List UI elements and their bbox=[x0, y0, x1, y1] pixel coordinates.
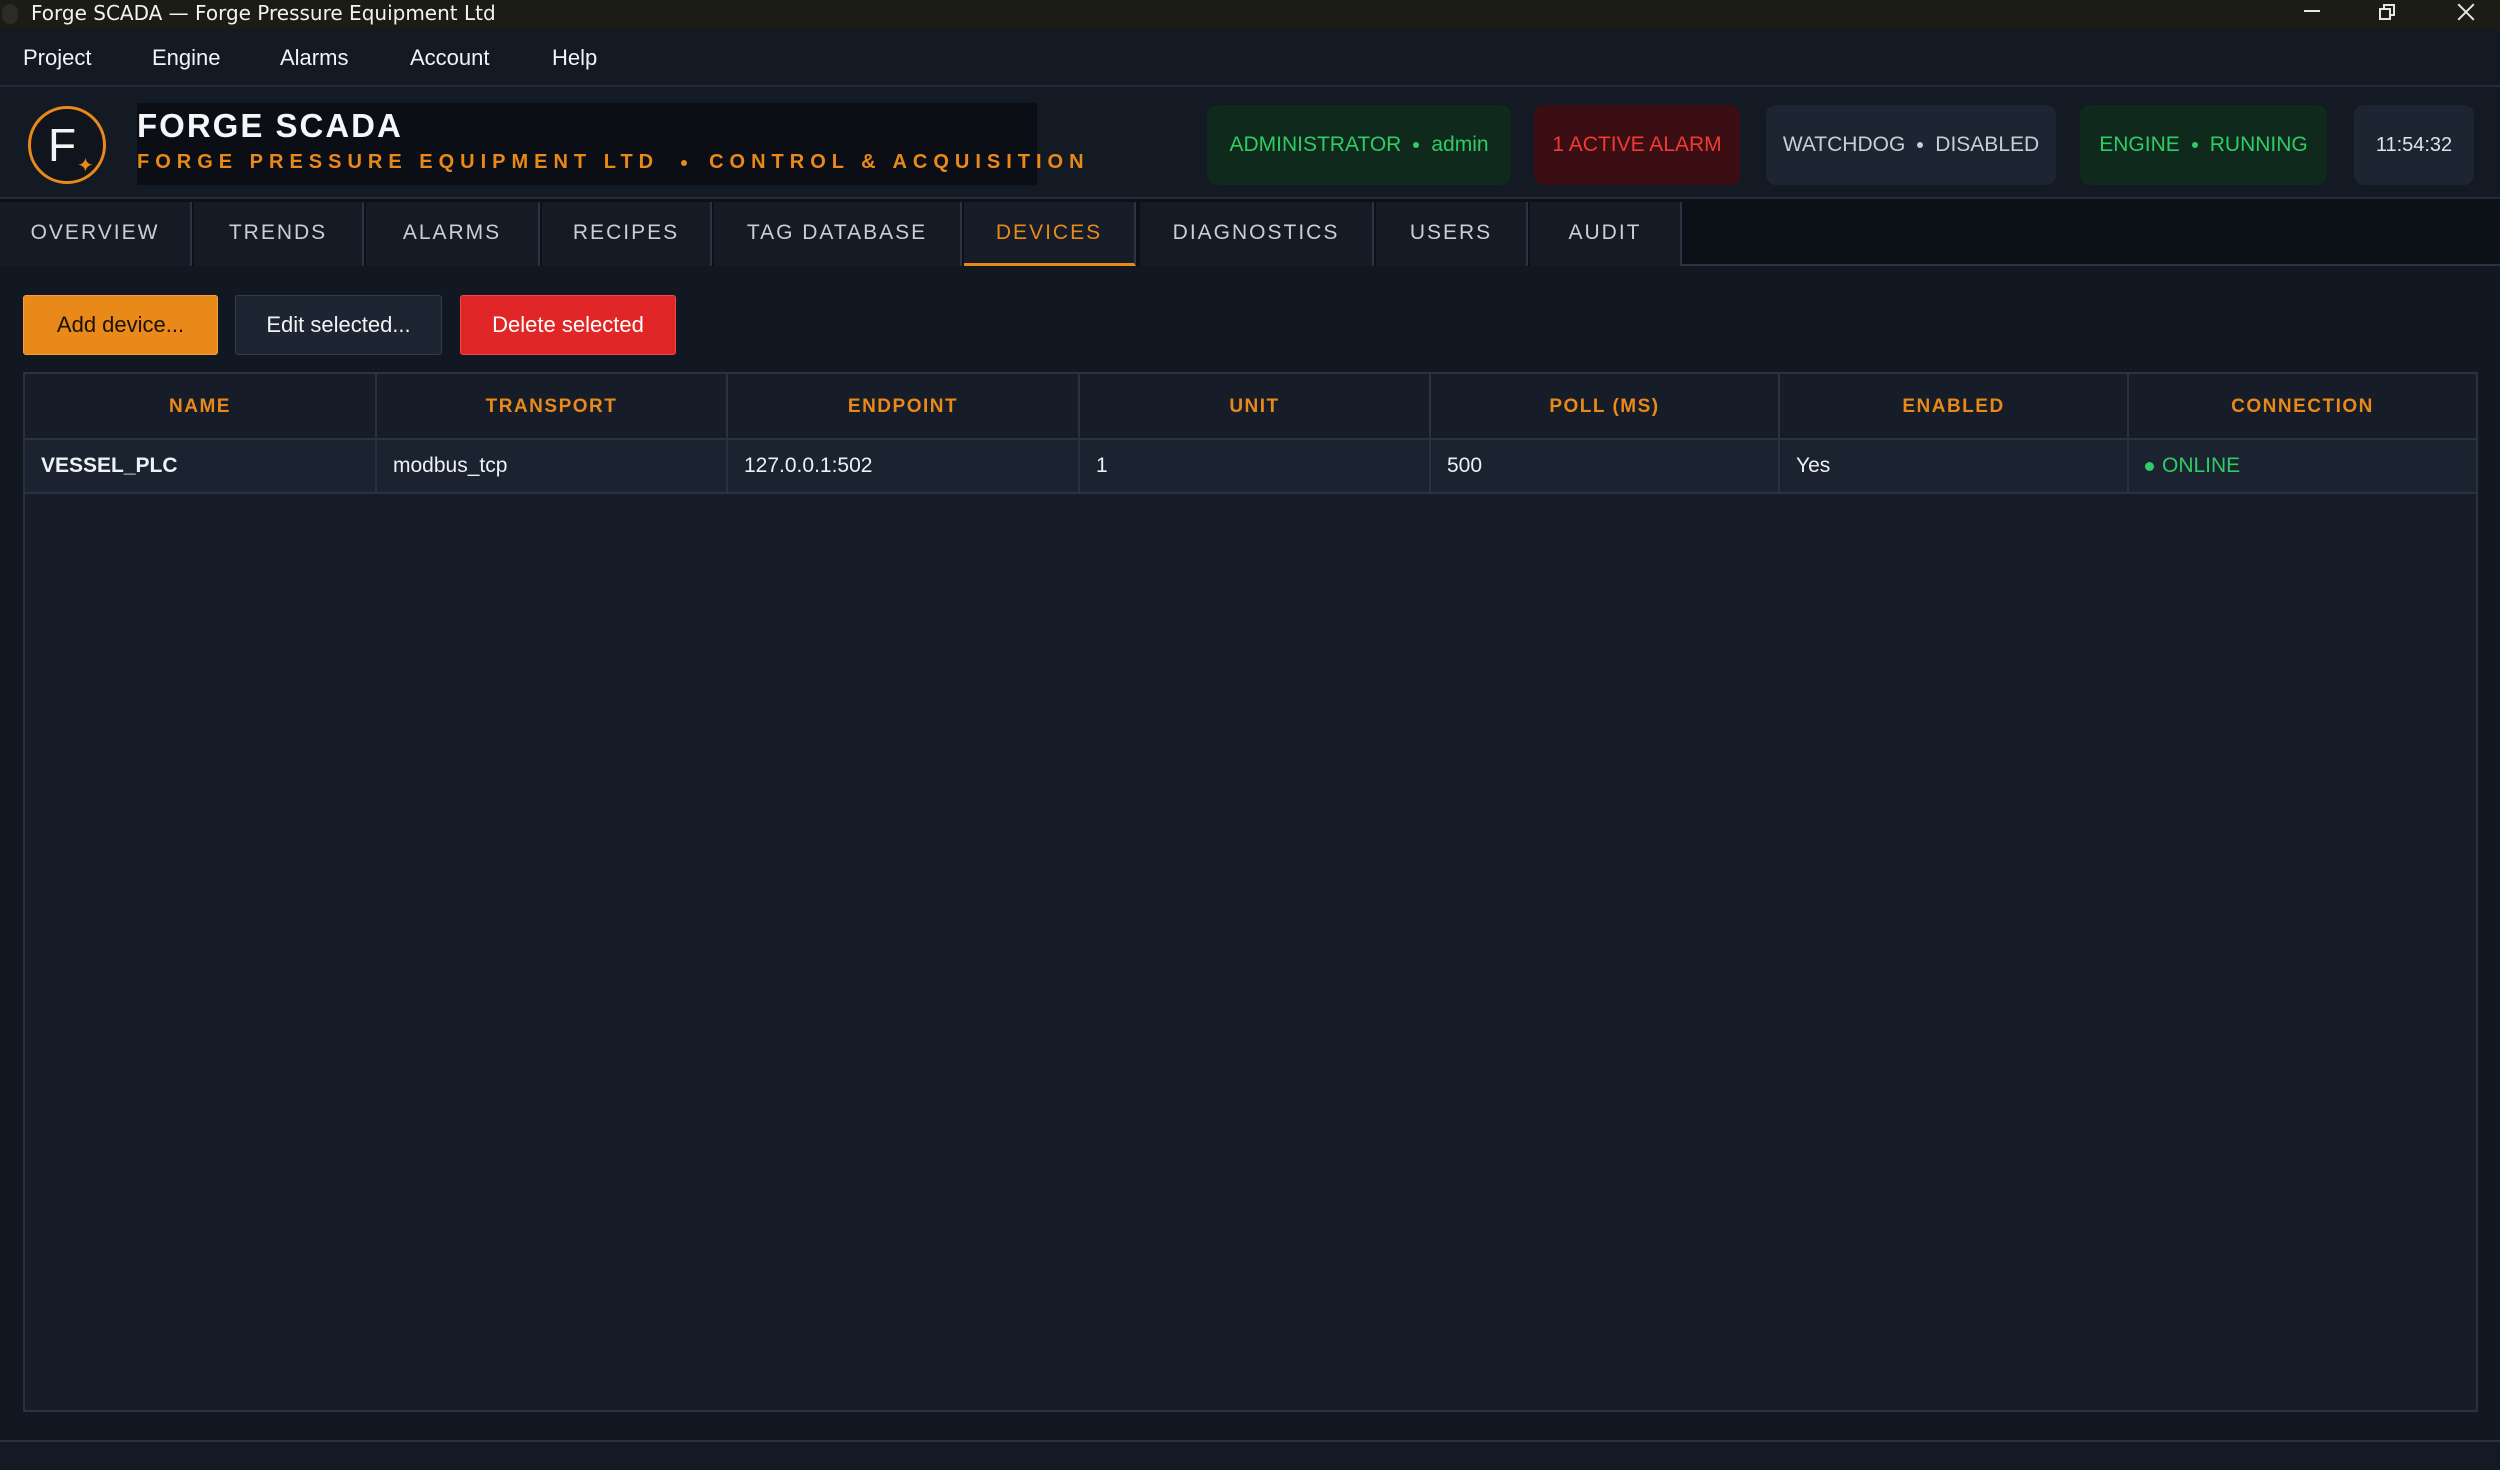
brand-subtitle: FORGE PRESSURE EQUIPMENT LTD CONTROL & AC… bbox=[137, 151, 1090, 173]
window-titlebar: Forge SCADA — Forge Pressure Equipment L… bbox=[0, 0, 2500, 29]
menu-account[interactable]: Account bbox=[410, 29, 490, 85]
user-role-badge[interactable]: ADMINISTRATOR admin bbox=[1207, 105, 1511, 185]
devices-table[interactable]: NAME TRANSPORT ENDPOINT UNIT POLL (MS) E… bbox=[23, 372, 2478, 1412]
table-header: NAME TRANSPORT ENDPOINT UNIT POLL (MS) E… bbox=[25, 374, 2476, 440]
column-header-connection[interactable]: CONNECTION bbox=[2129, 374, 2476, 440]
menu-help[interactable]: Help bbox=[552, 29, 597, 85]
column-header-unit[interactable]: UNIT bbox=[1080, 374, 1431, 440]
brand-block: FORGE SCADA FORGE PRESSURE EQUIPMENT LTD… bbox=[137, 103, 1084, 185]
cell-name: VESSEL_PLC bbox=[25, 440, 377, 492]
cell-connection: ONLINE bbox=[2129, 440, 2476, 492]
add-device-button[interactable]: Add device... bbox=[23, 295, 218, 355]
cell-transport: modbus_tcp bbox=[377, 440, 728, 492]
watchdog-status-badge: WATCHDOG DISABLED bbox=[1766, 105, 2056, 185]
menubar: Project Engine Alarms Account Help bbox=[0, 29, 2500, 87]
menu-alarms[interactable]: Alarms bbox=[280, 29, 348, 85]
restore-icon[interactable] bbox=[2357, 0, 2417, 29]
app-icon bbox=[2, 4, 18, 24]
forge-logo-icon: F ✦ bbox=[28, 106, 106, 184]
clock: 11:54:32 bbox=[2354, 105, 2474, 185]
tab-tag-database[interactable]: TAG DATABASE bbox=[714, 202, 962, 266]
brand-title: FORGE SCADA bbox=[137, 107, 403, 144]
column-header-endpoint[interactable]: ENDPOINT bbox=[728, 374, 1080, 440]
status-bar bbox=[0, 1440, 2500, 1470]
column-header-enabled[interactable]: ENABLED bbox=[1780, 374, 2129, 440]
tab-devices[interactable]: DEVICES bbox=[964, 202, 1136, 266]
cell-poll: 500 bbox=[1431, 440, 1780, 492]
tab-bar: OVERVIEW TRENDS ALARMS RECIPES TAG DATAB… bbox=[0, 199, 2500, 266]
tab-recipes[interactable]: RECIPES bbox=[542, 202, 712, 266]
tab-users[interactable]: USERS bbox=[1376, 202, 1528, 266]
tab-trends[interactable]: TRENDS bbox=[194, 202, 364, 266]
cell-enabled: Yes bbox=[1780, 440, 2129, 492]
app-header: F ✦ FORGE SCADA FORGE PRESSURE EQUIPMENT… bbox=[0, 87, 2500, 199]
tab-overview[interactable]: OVERVIEW bbox=[0, 202, 192, 266]
connection-status-text: ONLINE bbox=[2162, 454, 2241, 477]
delete-selected-button[interactable]: Delete selected bbox=[460, 295, 676, 355]
menu-project[interactable]: Project bbox=[23, 29, 91, 85]
column-header-name[interactable]: NAME bbox=[25, 374, 377, 440]
menu-engine[interactable]: Engine bbox=[152, 29, 221, 85]
engine-status-badge: ENGINE RUNNING bbox=[2080, 105, 2327, 185]
tab-audit[interactable]: AUDIT bbox=[1530, 202, 1682, 266]
window-title: Forge SCADA — Forge Pressure Equipment L… bbox=[31, 1, 496, 25]
devices-panel: Add device... Edit selected... Delete se… bbox=[0, 266, 2500, 1440]
tab-diagnostics[interactable]: DIAGNOSTICS bbox=[1140, 202, 1374, 266]
online-status-icon bbox=[2145, 461, 2154, 471]
active-alarm-badge[interactable]: 1 ACTIVE ALARM bbox=[1534, 105, 1740, 185]
column-header-poll[interactable]: POLL (MS) bbox=[1431, 374, 1780, 440]
edit-selected-button[interactable]: Edit selected... bbox=[235, 295, 442, 355]
cell-unit: 1 bbox=[1080, 440, 1431, 492]
column-header-transport[interactable]: TRANSPORT bbox=[377, 374, 728, 440]
table-row[interactable]: VESSEL_PLC modbus_tcp 127.0.0.1:502 1 50… bbox=[25, 440, 2476, 494]
cell-endpoint: 127.0.0.1:502 bbox=[728, 440, 1080, 492]
tab-alarms[interactable]: ALARMS bbox=[366, 202, 540, 266]
close-icon[interactable] bbox=[2437, 0, 2497, 29]
minimize-icon[interactable] bbox=[2280, 0, 2340, 29]
